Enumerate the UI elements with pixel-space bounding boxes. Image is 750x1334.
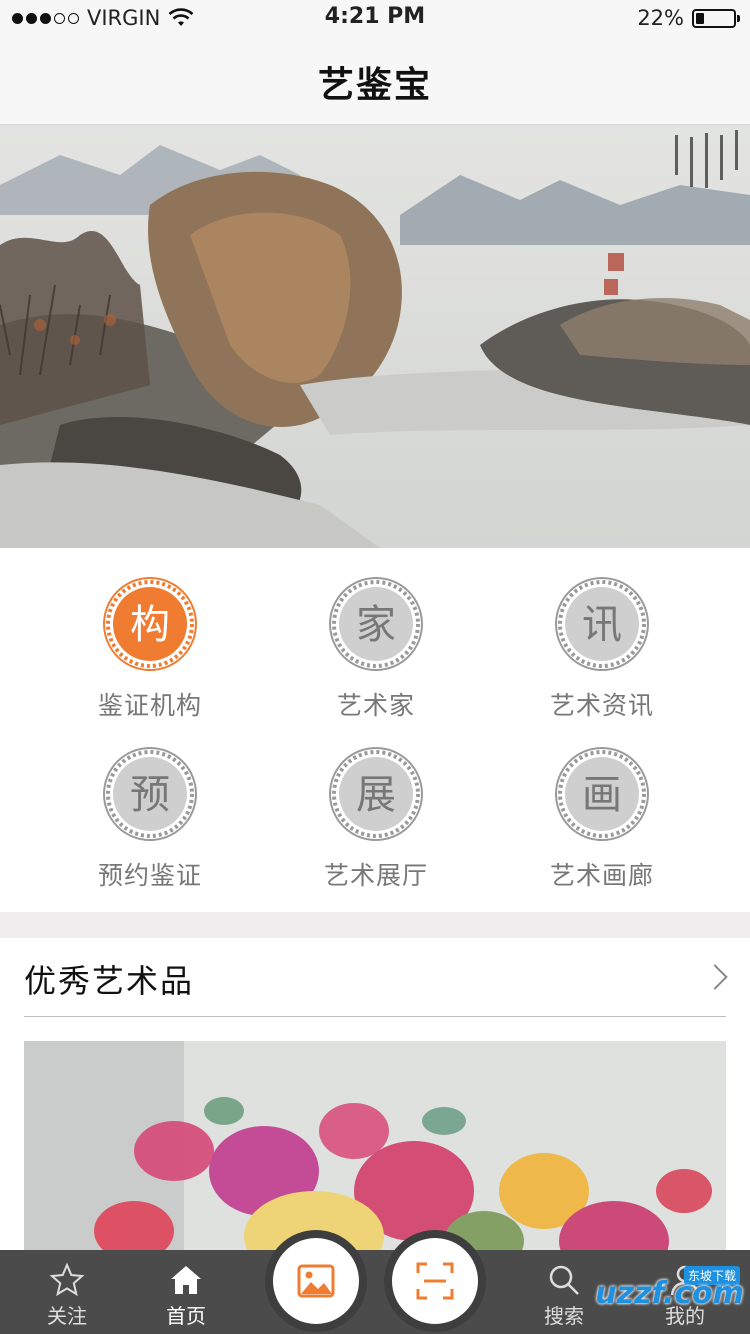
category-item[interactable]: 构鉴证机构: [50, 576, 250, 722]
home-icon: [171, 1266, 201, 1294]
category-item[interactable]: 展艺术展厅: [276, 746, 476, 892]
battery-percent: 22%: [637, 6, 684, 30]
category-label: 预约鉴证: [97, 861, 202, 890]
chevron-right-icon[interactable]: [702, 964, 728, 990]
featured-artwork[interactable]: [24, 1041, 726, 1266]
seal-icon: 画: [555, 747, 649, 841]
seal-glyph: 讯: [582, 602, 622, 648]
page-title: 艺鉴宝: [317, 65, 432, 106]
search-icon: [549, 1265, 579, 1295]
seal-icon: 讯: [555, 577, 649, 671]
seal-glyph: 构: [130, 602, 170, 648]
artwork-image: [24, 1041, 726, 1266]
featured-header[interactable]: 优秀艺术品: [24, 938, 728, 1017]
seal-glyph: 家: [356, 602, 396, 648]
tab-label: 首页: [166, 1304, 206, 1328]
battery-icon: [692, 8, 740, 28]
status-bar: VIRGIN 4:21 PM 22%: [0, 0, 750, 40]
banner-image: [0, 125, 750, 548]
featured-title: 优秀艺术品: [24, 962, 195, 1000]
watermark-text: uzzf.com: [595, 1276, 744, 1311]
tab-home[interactable]: 首页: [131, 1262, 241, 1329]
tab-label: 关注: [47, 1304, 87, 1328]
category-label: 艺术画廊: [549, 861, 654, 890]
battery-area: 22%: [637, 6, 740, 30]
banner-carousel[interactable]: [0, 125, 750, 548]
category-label: 鉴证机构: [97, 691, 202, 720]
category-grid: 构鉴证机构家艺术家讯艺术资讯预预约鉴证展艺术展厅画艺术画廊: [0, 548, 750, 912]
category-item[interactable]: 讯艺术资讯: [502, 576, 702, 722]
image-button[interactable]: [273, 1238, 359, 1324]
seal-glyph: 画: [582, 772, 622, 818]
scan-button[interactable]: [392, 1238, 478, 1324]
seal-icon: 预: [103, 747, 197, 841]
category-item[interactable]: 预预约鉴证: [50, 746, 250, 892]
seal-glyph: 预: [130, 772, 170, 818]
seal-glyph: 展: [356, 772, 396, 818]
scan-icon: [416, 1262, 454, 1300]
star-icon: [49, 1262, 85, 1297]
seal-icon: 构: [103, 577, 197, 671]
category-label: 艺术资讯: [549, 691, 654, 720]
category-label: 艺术家: [336, 691, 415, 720]
navigation-bar: 艺鉴宝: [0, 40, 750, 125]
seal-icon: 展: [329, 747, 423, 841]
category-label: 艺术展厅: [323, 861, 428, 890]
category-item[interactable]: 画艺术画廊: [502, 746, 702, 892]
image-icon: [297, 1264, 335, 1298]
seal-icon: 家: [329, 577, 423, 671]
battery-level: [696, 12, 704, 24]
tab-follow[interactable]: 关注: [12, 1262, 122, 1329]
section-divider: [0, 912, 750, 938]
category-item[interactable]: 家艺术家: [276, 576, 476, 722]
